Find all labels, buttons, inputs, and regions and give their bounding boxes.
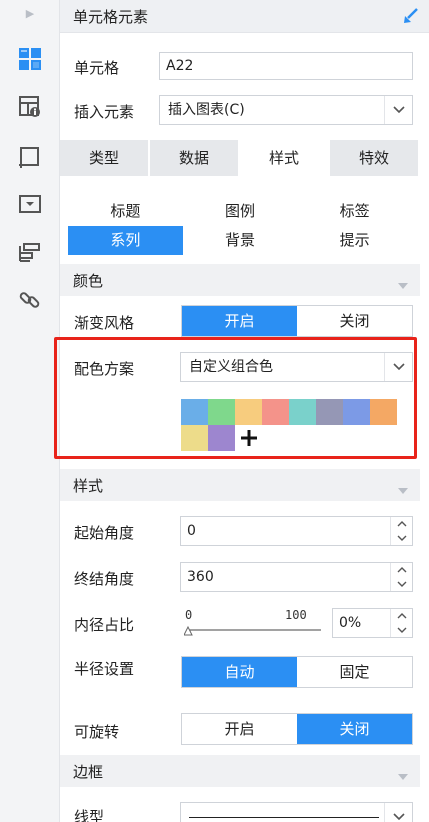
gradient-on-button[interactable]: 开启 [182, 306, 297, 336]
spinner-buttons [390, 517, 412, 545]
line-type-label: 线型 [74, 808, 105, 822]
panel-header: 单元格元素 [60, 0, 429, 33]
end-angle-value: 360 [187, 569, 214, 585]
tab-type[interactable]: 类型 [60, 140, 150, 176]
form-element-icon[interactable] [16, 190, 44, 218]
highlight-box [54, 337, 417, 459]
increment-icon[interactable] [391, 609, 412, 623]
subtab-background[interactable]: 背景 [182, 226, 298, 255]
pin-icon[interactable] [401, 6, 421, 26]
rotate-off-button[interactable]: 关闭 [297, 714, 412, 744]
inner-radius-label: 内径占比 [74, 616, 135, 634]
end-angle-label: 终结角度 [74, 570, 135, 588]
collapse-caret-icon[interactable] [398, 276, 408, 289]
slider-max-label: 100 [285, 608, 307, 622]
cell-input[interactable]: A22 [159, 52, 413, 80]
subtab-series[interactable]: 系列 [68, 226, 183, 255]
rotatable-toggle: 开启 关闭 [181, 713, 413, 745]
gradient-toggle: 开启 关闭 [181, 305, 413, 337]
left-icon-rail: ▶ [0, 0, 60, 822]
layout-stack-icon[interactable] [16, 239, 44, 267]
inner-radius-input[interactable]: 0% [332, 608, 413, 638]
border-section-title: 边框 [73, 763, 104, 781]
radius-fixed-button[interactable]: 固定 [297, 657, 412, 687]
main-tabs: 类型 数据 样式 特效 [60, 140, 420, 176]
line-type-preview [189, 817, 379, 818]
insert-element-select[interactable]: 插入图表(C) [159, 95, 413, 125]
inner-radius-slider[interactable] [183, 622, 322, 636]
start-angle-value: 0 [187, 523, 196, 539]
link-icon[interactable] [16, 286, 44, 314]
start-angle-input[interactable]: 0 [180, 516, 413, 546]
gradient-off-button[interactable]: 关闭 [297, 306, 412, 336]
spinner-buttons [390, 563, 412, 591]
radius-setting-label: 半径设置 [74, 660, 135, 678]
gradient-label: 渐变风格 [74, 314, 135, 332]
increment-icon[interactable] [391, 517, 412, 531]
chevron-down-icon[interactable] [384, 96, 412, 124]
cell-label: 单元格 [74, 59, 120, 77]
inner-radius-value: 0% [339, 615, 362, 631]
rotate-on-button[interactable]: 开启 [182, 714, 297, 744]
slider-min-label: 0 [185, 608, 193, 622]
insert-element-label: 插入元素 [74, 103, 135, 121]
decrement-icon[interactable] [391, 623, 412, 637]
subtab-label[interactable]: 标签 [297, 197, 412, 226]
subtab-title[interactable]: 标题 [68, 197, 183, 226]
insert-element-value: 插入图表(C) [168, 102, 245, 118]
tab-style[interactable]: 样式 [240, 140, 330, 176]
color-section-title: 颜色 [73, 272, 104, 290]
cell-grid-icon[interactable] [16, 45, 44, 73]
line-type-select[interactable] [180, 802, 413, 822]
subtab-tooltip[interactable]: 提示 [297, 226, 412, 255]
radius-auto-button[interactable]: 自动 [182, 657, 297, 687]
increment-icon[interactable] [391, 563, 412, 577]
rotatable-label: 可旋转 [74, 723, 120, 741]
tab-effects[interactable]: 特效 [330, 140, 420, 176]
widget-frame-icon[interactable] [16, 143, 44, 171]
style-section-header[interactable]: 样式 [60, 469, 420, 501]
collapse-caret-icon[interactable] [398, 481, 408, 494]
tab-data[interactable]: 数据 [150, 140, 240, 176]
start-angle-label: 起始角度 [74, 524, 135, 542]
radius-toggle: 自动 固定 [181, 656, 413, 688]
border-section-header[interactable]: 边框 [60, 755, 420, 787]
subtab-legend[interactable]: 图例 [182, 197, 298, 226]
chevron-down-icon[interactable] [384, 803, 412, 822]
sub-tabs: 标题 图例 标签 系列 背景 提示 [68, 197, 412, 255]
collapse-caret-icon[interactable] [398, 767, 408, 780]
end-angle-input[interactable]: 360 [180, 562, 413, 592]
collapse-arrow-icon[interactable]: ▶ [24, 6, 36, 22]
spinner-buttons [390, 609, 412, 637]
decrement-icon[interactable] [391, 531, 412, 545]
color-section-header[interactable]: 颜色 [60, 264, 420, 296]
style-section-title: 样式 [73, 477, 104, 495]
cell-attribute-icon[interactable] [16, 93, 44, 121]
panel-title: 单元格元素 [73, 8, 149, 26]
decrement-icon[interactable] [391, 577, 412, 591]
